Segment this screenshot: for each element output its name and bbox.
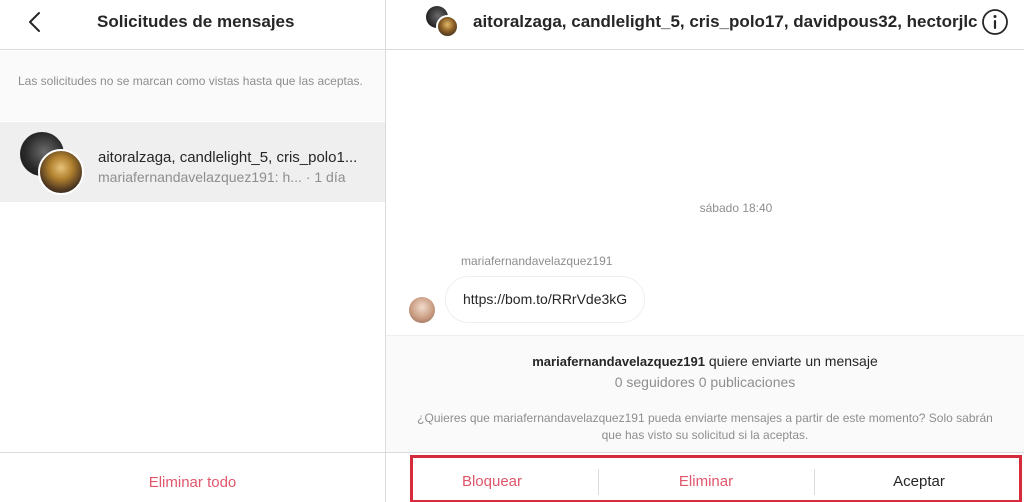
request-actions-bar: Bloquear Eliminar Aceptar xyxy=(386,452,1024,502)
message-bubble-link[interactable]: https://bom.to/RRrVde3kG xyxy=(445,276,646,323)
thread-preview: mariafernandavelazquez191: h... xyxy=(98,169,302,185)
group-avatar[interactable] xyxy=(426,6,460,40)
page-title: Solicitudes de mensajes xyxy=(97,12,295,31)
thread-preview-line: mariafernandavelazquez191: h... · 1 día xyxy=(98,169,346,185)
message-request-box: mariafernandavelazquez191 quiere enviart… xyxy=(386,335,1024,452)
conversation-header: aitoralzaga, candlelight_5, cris_polo17,… xyxy=(386,0,1024,50)
delete-all-button[interactable]: Eliminar todo xyxy=(0,474,385,491)
request-headline: mariafernandavelazquez191 quiere enviart… xyxy=(386,353,1024,369)
group-avatar xyxy=(20,132,86,198)
request-suffix: quiere enviarte un mensaje xyxy=(708,353,878,369)
message-sender: mariafernandavelazquez191 xyxy=(461,254,613,268)
requests-footer: Eliminar todo xyxy=(0,452,385,502)
conversation-panel: aitoralzaga, candlelight_5, cris_polo17,… xyxy=(386,0,1024,502)
avatar[interactable] xyxy=(409,297,435,323)
request-thread-item[interactable]: aitoralzaga, candlelight_5, cris_polo1..… xyxy=(0,122,385,202)
requests-header: Solicitudes de mensajes xyxy=(0,0,385,50)
highlight-frame xyxy=(410,455,1022,502)
request-username[interactable]: mariafernandavelazquez191 xyxy=(532,354,705,369)
thread-time: · 1 día xyxy=(305,169,346,185)
avatar xyxy=(436,15,459,38)
info-icon[interactable] xyxy=(980,7,1010,37)
avatar xyxy=(38,149,84,195)
request-note: ¿Quieres que mariafernandavelazquez191 p… xyxy=(417,411,993,442)
thread-name: aitoralzaga, candlelight_5, cris_polo1..… xyxy=(98,149,358,166)
request-stats: 0 seguidores 0 publicaciones xyxy=(614,374,796,390)
conversation-title[interactable]: aitoralzaga, candlelight_5, cris_polo17,… xyxy=(473,12,978,32)
message-timestamp: sábado 18:40 xyxy=(699,201,773,215)
chevron-left-icon[interactable] xyxy=(22,8,50,36)
requests-info-note: Las solicitudes no se marcan como vistas… xyxy=(0,51,385,121)
requests-panel: Solicitudes de mensajes Las solicitudes … xyxy=(0,0,386,502)
